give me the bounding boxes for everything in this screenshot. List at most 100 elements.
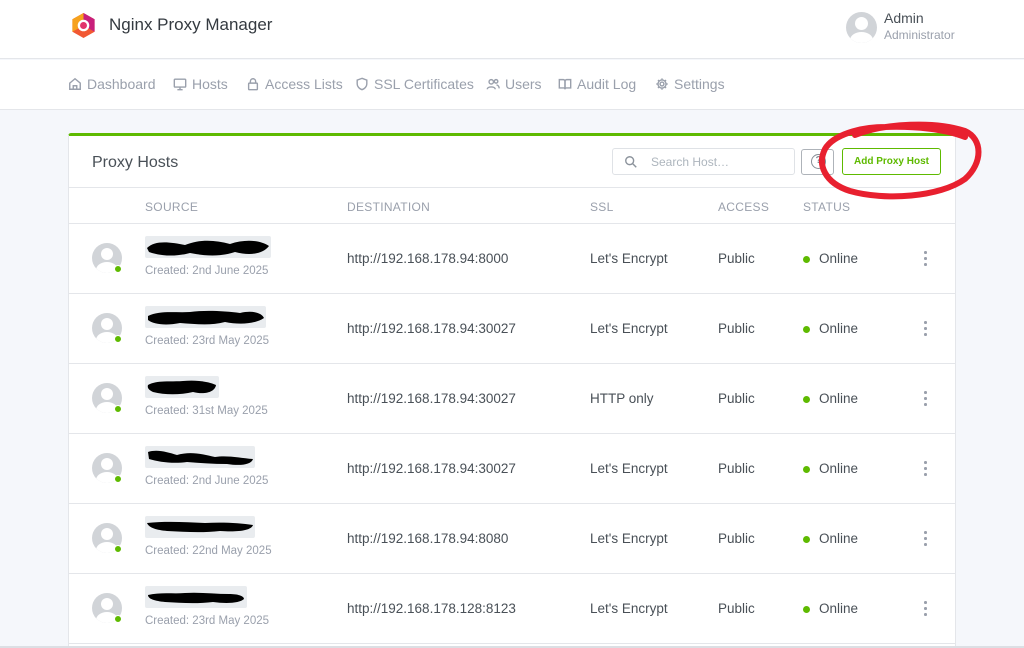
nav-ssl-certificates-label: SSL Certificates	[374, 76, 474, 92]
add-proxy-host-button[interactable]: Add Proxy Host	[842, 148, 941, 175]
redacted-domain	[145, 586, 247, 608]
host-online-indicator	[114, 615, 122, 623]
row-menu-icon[interactable]	[919, 248, 931, 268]
redacted-domain	[145, 446, 255, 468]
row-menu-icon[interactable]	[919, 388, 931, 408]
host-online-indicator	[114, 335, 122, 343]
app-title[interactable]: Nginx Proxy Manager	[109, 15, 272, 35]
help-icon: ?	[811, 154, 826, 169]
proxy-hosts-card: Proxy Hosts Search Host… ? Add Proxy Hos…	[68, 133, 956, 648]
host-access: Public	[718, 321, 755, 336]
host-ssl: Let's Encrypt	[590, 251, 668, 266]
host-destination: http://192.168.178.94:30027	[347, 461, 516, 476]
host-ssl: Let's Encrypt	[590, 461, 668, 476]
status-dot	[803, 606, 810, 613]
column-header-access: ACCESS	[718, 200, 770, 214]
nav-access-lists-label: Access Lists	[265, 76, 343, 92]
table-row[interactable]: Created: 2nd June 2025 http://192.168.17…	[69, 434, 955, 504]
host-status: Online	[819, 601, 859, 616]
nav-hosts[interactable]: Hosts	[173, 76, 228, 92]
host-online-indicator	[114, 475, 122, 483]
host-ssl: Let's Encrypt	[590, 531, 668, 546]
table-row[interactable]: Created: 22nd May 2025 http://192.168.17…	[69, 504, 955, 574]
table-row[interactable]: Created: 2nd June 2025 http://192.168.17…	[69, 224, 955, 294]
table-row[interactable]: Created: 31st May 2025 http://192.168.17…	[69, 364, 955, 434]
users-icon	[486, 78, 500, 90]
row-menu-icon[interactable]	[919, 528, 931, 548]
nav-access-lists[interactable]: Access Lists	[246, 76, 343, 92]
row-menu-icon[interactable]	[919, 318, 931, 338]
host-destination: http://192.168.178.128:8123	[347, 601, 516, 616]
nav-ssl-certificates[interactable]: SSL Certificates	[355, 76, 474, 92]
column-header-ssl: SSL	[590, 200, 614, 214]
host-created-date: Created: 23rd May 2025	[145, 335, 270, 347]
host-access: Public	[718, 531, 755, 546]
status-dot	[803, 396, 810, 403]
nav-audit-log-label: Audit Log	[577, 76, 637, 92]
book-icon	[558, 78, 572, 90]
host-destination: http://192.168.178.94:8080	[347, 531, 509, 546]
nav-audit-log[interactable]: Audit Log	[558, 76, 636, 92]
nav-users-label: Users	[505, 76, 542, 92]
status-dot	[803, 256, 810, 263]
host-destination: http://192.168.178.94:30027	[347, 321, 516, 336]
host-created-date: Created: 23rd May 2025	[145, 615, 270, 627]
redacted-domain	[145, 236, 271, 258]
host-destination: http://192.168.178.94:8000	[347, 251, 509, 266]
nav-dashboard[interactable]: Dashboard	[68, 76, 156, 92]
table-row[interactable]: Created: 23rd May 2025 http://192.168.17…	[69, 574, 955, 644]
user-name: Admin	[884, 10, 924, 26]
home-icon	[69, 77, 81, 90]
top-header: Nginx Proxy Manager Admin Administrator	[0, 0, 1024, 59]
status-dot	[803, 536, 810, 543]
search-input[interactable]: Search Host…	[612, 148, 795, 175]
host-access: Public	[718, 461, 755, 476]
host-status: Online	[819, 251, 859, 266]
table-row[interactable]: Created: 23rd May 2025 http://192.168.17…	[69, 294, 955, 364]
nav-settings-label: Settings	[674, 76, 725, 92]
redacted-domain	[145, 376, 219, 398]
host-ssl: HTTP only	[590, 391, 654, 406]
host-access: Public	[718, 391, 755, 406]
column-header-status: STATUS	[803, 200, 851, 214]
nav-hosts-label: Hosts	[192, 76, 228, 92]
host-destination: http://192.168.178.94:30027	[347, 391, 516, 406]
host-access: Public	[718, 601, 755, 616]
user-avatar[interactable]	[846, 12, 877, 43]
host-status: Online	[819, 461, 859, 476]
row-menu-icon[interactable]	[919, 458, 931, 478]
column-header-destination: DESTINATION	[347, 200, 431, 214]
column-header-source: SOURCE	[145, 200, 199, 214]
row-menu-icon[interactable]	[919, 598, 931, 618]
shield-icon	[356, 77, 368, 91]
host-ssl: Let's Encrypt	[590, 601, 668, 616]
status-dot	[803, 326, 810, 333]
nav-users[interactable]: Users	[486, 76, 542, 92]
nav-settings[interactable]: Settings	[655, 76, 725, 92]
host-status: Online	[819, 391, 859, 406]
lock-icon	[247, 78, 259, 91]
card-title: Proxy Hosts	[92, 154, 179, 171]
redacted-domain	[145, 306, 266, 328]
redacted-domain	[145, 516, 255, 538]
host-status: Online	[819, 321, 859, 336]
nginx-proxy-manager-logo[interactable]	[70, 12, 97, 39]
user-role: Administrator	[884, 28, 955, 42]
search-placeholder: Search Host…	[651, 155, 730, 169]
search-icon	[625, 156, 637, 168]
status-dot	[803, 466, 810, 473]
host-online-indicator	[114, 545, 122, 553]
host-online-indicator	[114, 405, 122, 413]
host-access: Public	[718, 251, 755, 266]
host-status: Online	[819, 531, 859, 546]
host-online-indicator	[114, 265, 122, 273]
host-created-date: Created: 2nd June 2025	[145, 265, 269, 277]
gear-icon	[656, 78, 668, 90]
host-ssl: Let's Encrypt	[590, 321, 668, 336]
help-button[interactable]: ?	[801, 149, 834, 175]
host-created-date: Created: 31st May 2025	[145, 405, 268, 417]
nav-dashboard-label: Dashboard	[87, 76, 156, 92]
host-created-date: Created: 2nd June 2025	[145, 475, 269, 487]
main-nav: Dashboard Hosts Access Lists SSL Certifi…	[0, 60, 1024, 110]
monitor-icon	[173, 78, 187, 91]
